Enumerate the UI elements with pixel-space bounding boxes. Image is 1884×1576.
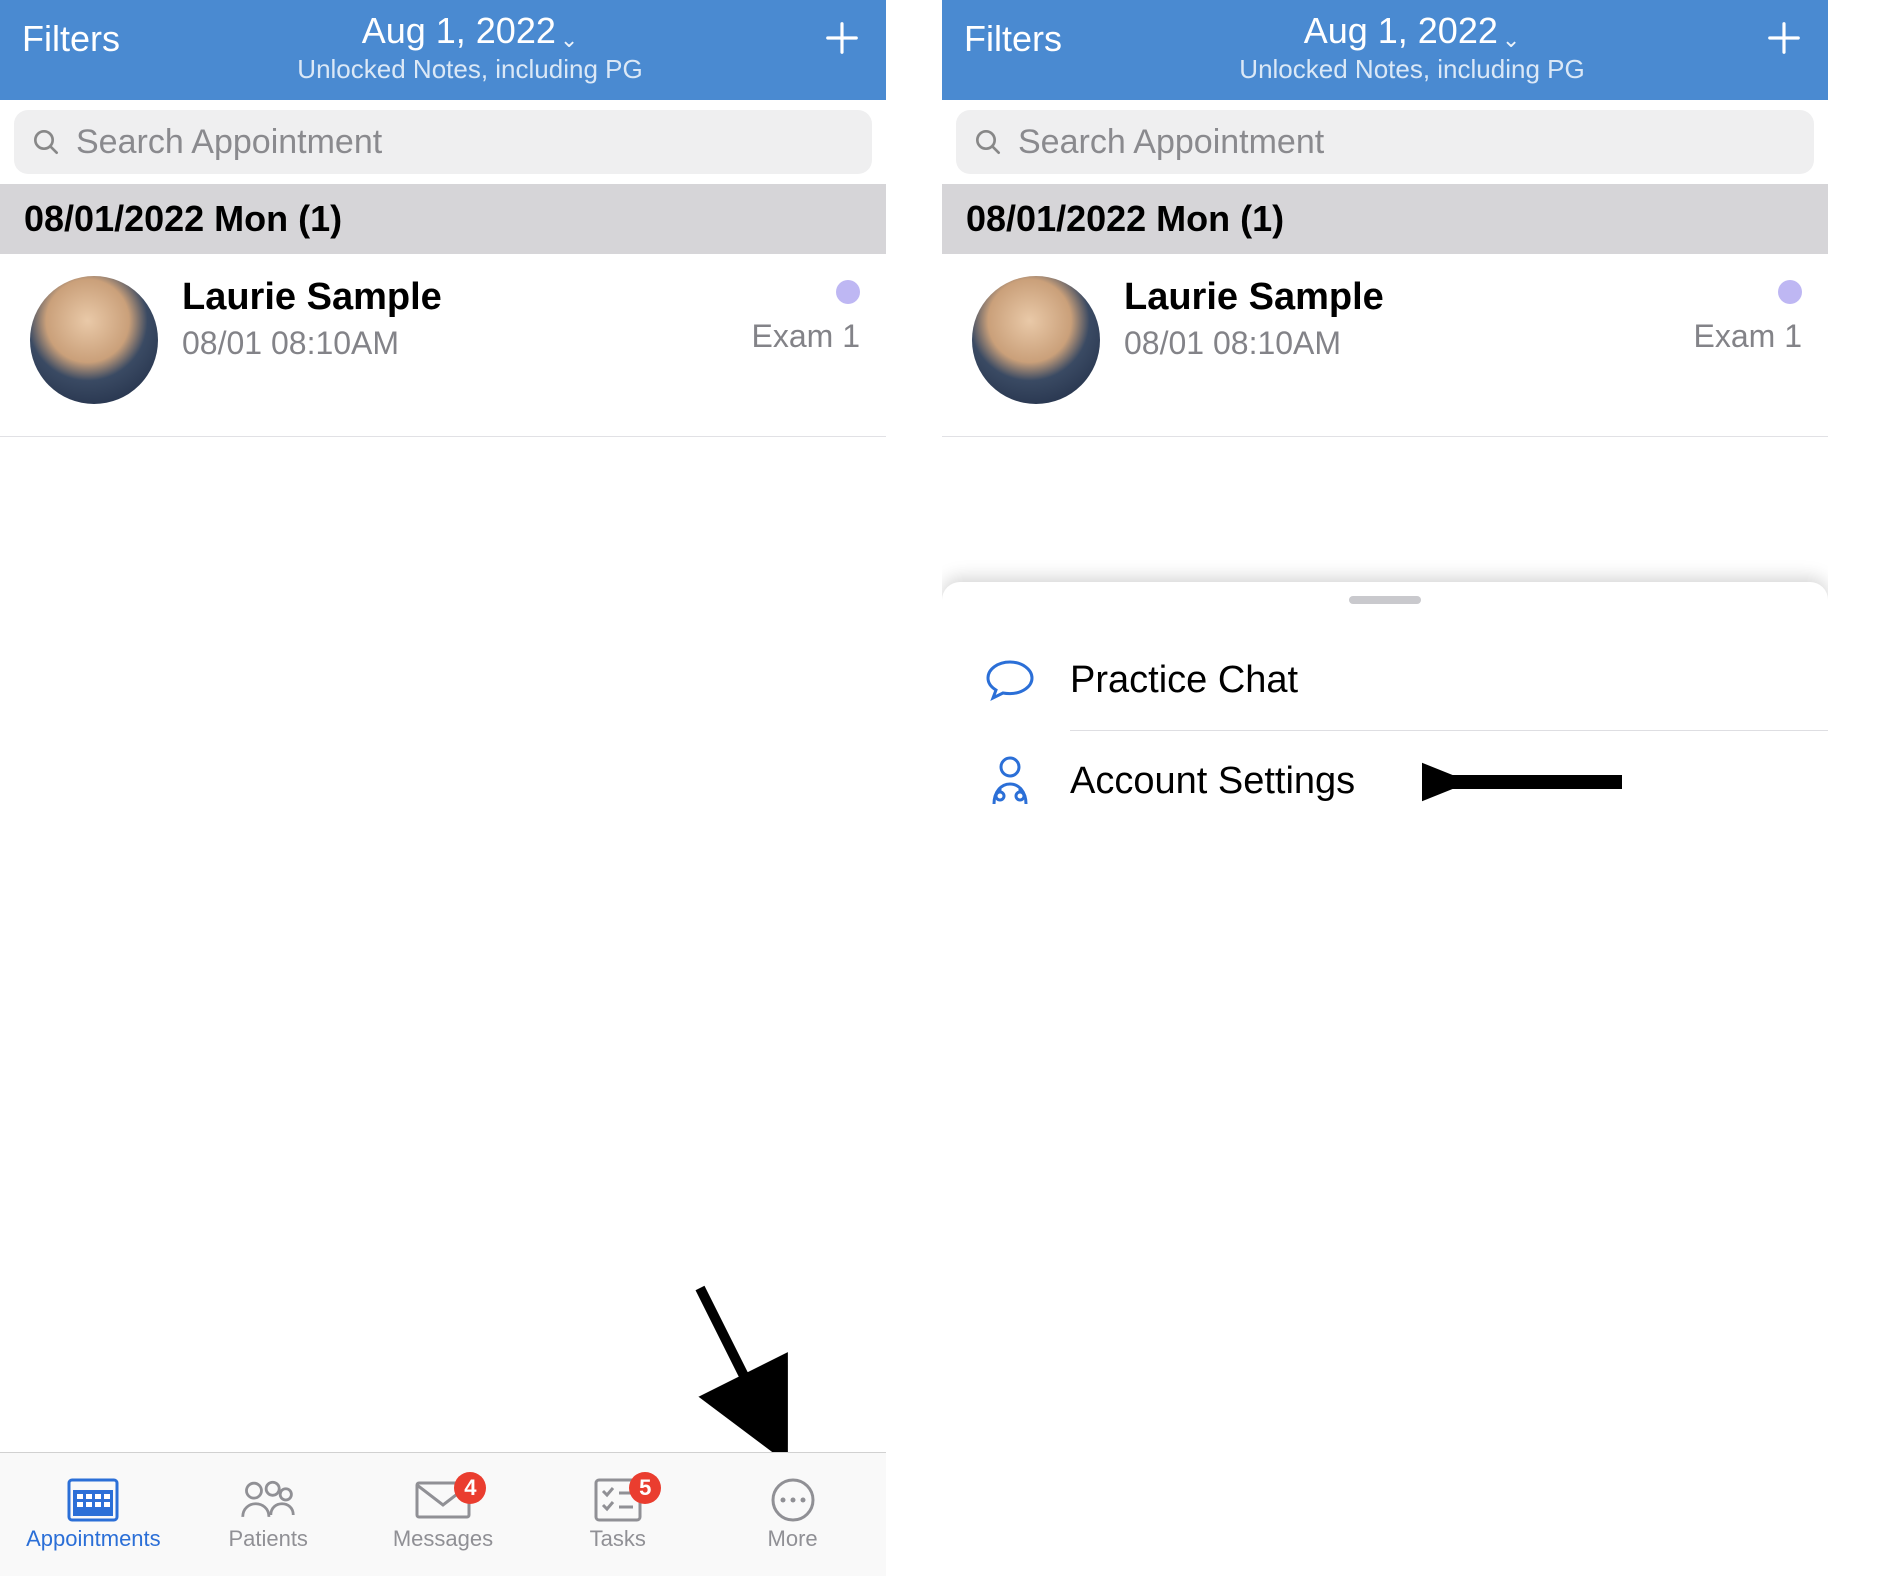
tab-tasks[interactable]: 5 Tasks [530,1478,705,1552]
search-icon [972,126,1004,158]
date-text: Aug 1, 2022 [362,10,556,52]
search-placeholder: Search Appointment [1018,123,1324,162]
search-input[interactable]: Search Appointment [956,110,1814,174]
messages-badge: 4 [454,1472,486,1504]
tab-label: More [768,1526,818,1552]
search-wrap: Search Appointment [942,100,1828,184]
chevron-down-icon: ⌄ [1502,27,1520,53]
add-button[interactable] [820,16,864,60]
tab-bar: Appointments Patients 4 Messages 5 Tasks [0,1452,886,1576]
patient-name: Laurie Sample [182,276,752,319]
patient-name: Laurie Sample [1124,276,1694,319]
date-picker[interactable]: Aug 1, 2022 ⌄ [1304,10,1521,52]
tab-label: Appointments [26,1526,161,1552]
header-subtitle: Unlocked Notes, including PG [120,54,820,85]
account-icon [982,753,1038,809]
sheet-item-label: Practice Chat [1070,659,1298,702]
appointment-right: Exam 1 [1694,276,1802,355]
tab-appointments[interactable]: Appointments [6,1478,181,1552]
appointment-room: Exam 1 [752,318,860,355]
phone-left: Filters Aug 1, 2022 ⌄ Unlocked Notes, in… [0,0,886,1576]
sheet-item-label: Account Settings [1070,760,1355,803]
add-button[interactable] [1762,16,1806,60]
calendar-icon [64,1478,122,1522]
annotation-arrow-more [680,1278,800,1458]
filters-button[interactable]: Filters [22,10,120,60]
appointment-room: Exam 1 [1694,318,1802,355]
sheet-grabber[interactable] [1349,596,1421,604]
section-header: 08/01/2022 Mon (1) [942,184,1828,254]
tab-patients[interactable]: Patients [181,1478,356,1552]
date-text: Aug 1, 2022 [1304,10,1498,52]
date-picker[interactable]: Aug 1, 2022 ⌄ [362,10,579,52]
header-subtitle: Unlocked Notes, including PG [1062,54,1762,85]
avatar [972,276,1100,404]
people-icon [239,1478,297,1522]
status-dot-icon [1778,280,1802,304]
tasks-badge: 5 [629,1472,661,1504]
plus-icon [1765,19,1803,57]
header-center: Aug 1, 2022 ⌄ Unlocked Notes, including … [1062,10,1762,85]
tab-messages[interactable]: 4 Messages [356,1478,531,1552]
tab-label: Patients [228,1526,308,1552]
status-dot-icon [836,280,860,304]
appointment-right: Exam 1 [752,276,860,355]
tab-label: Messages [393,1526,493,1552]
chevron-down-icon: ⌄ [560,27,578,53]
header-center: Aug 1, 2022 ⌄ Unlocked Notes, including … [120,10,820,85]
section-header: 08/01/2022 Mon (1) [0,184,886,254]
avatar [30,276,158,404]
search-placeholder: Search Appointment [76,123,382,162]
appointment-time: 08/01 08:10AM [182,325,752,362]
more-icon [764,1478,822,1522]
sheet-item-practice-chat[interactable]: Practice Chat [942,630,1828,730]
appointment-row[interactable]: Laurie Sample 08/01 08:10AM Exam 1 [942,254,1828,437]
tab-more[interactable]: More [705,1478,880,1552]
header: Filters Aug 1, 2022 ⌄ Unlocked Notes, in… [942,0,1828,100]
sheet-item-account-settings[interactable]: Account Settings [942,731,1828,831]
filters-button[interactable]: Filters [964,10,1062,60]
header: Filters Aug 1, 2022 ⌄ Unlocked Notes, in… [0,0,886,100]
search-wrap: Search Appointment [0,100,886,184]
search-icon [30,126,62,158]
appointment-row[interactable]: Laurie Sample 08/01 08:10AM Exam 1 [0,254,886,437]
plus-icon [823,19,861,57]
appointment-time: 08/01 08:10AM [1124,325,1694,362]
chat-icon [982,652,1038,708]
phone-right: Filters Aug 1, 2022 ⌄ Unlocked Notes, in… [942,0,1828,1576]
search-input[interactable]: Search Appointment [14,110,872,174]
tab-label: Tasks [590,1526,646,1552]
appointment-main: Laurie Sample 08/01 08:10AM [182,276,752,362]
appointment-main: Laurie Sample 08/01 08:10AM [1124,276,1694,362]
more-bottom-sheet: Practice Chat Account Settings [942,582,1828,1576]
